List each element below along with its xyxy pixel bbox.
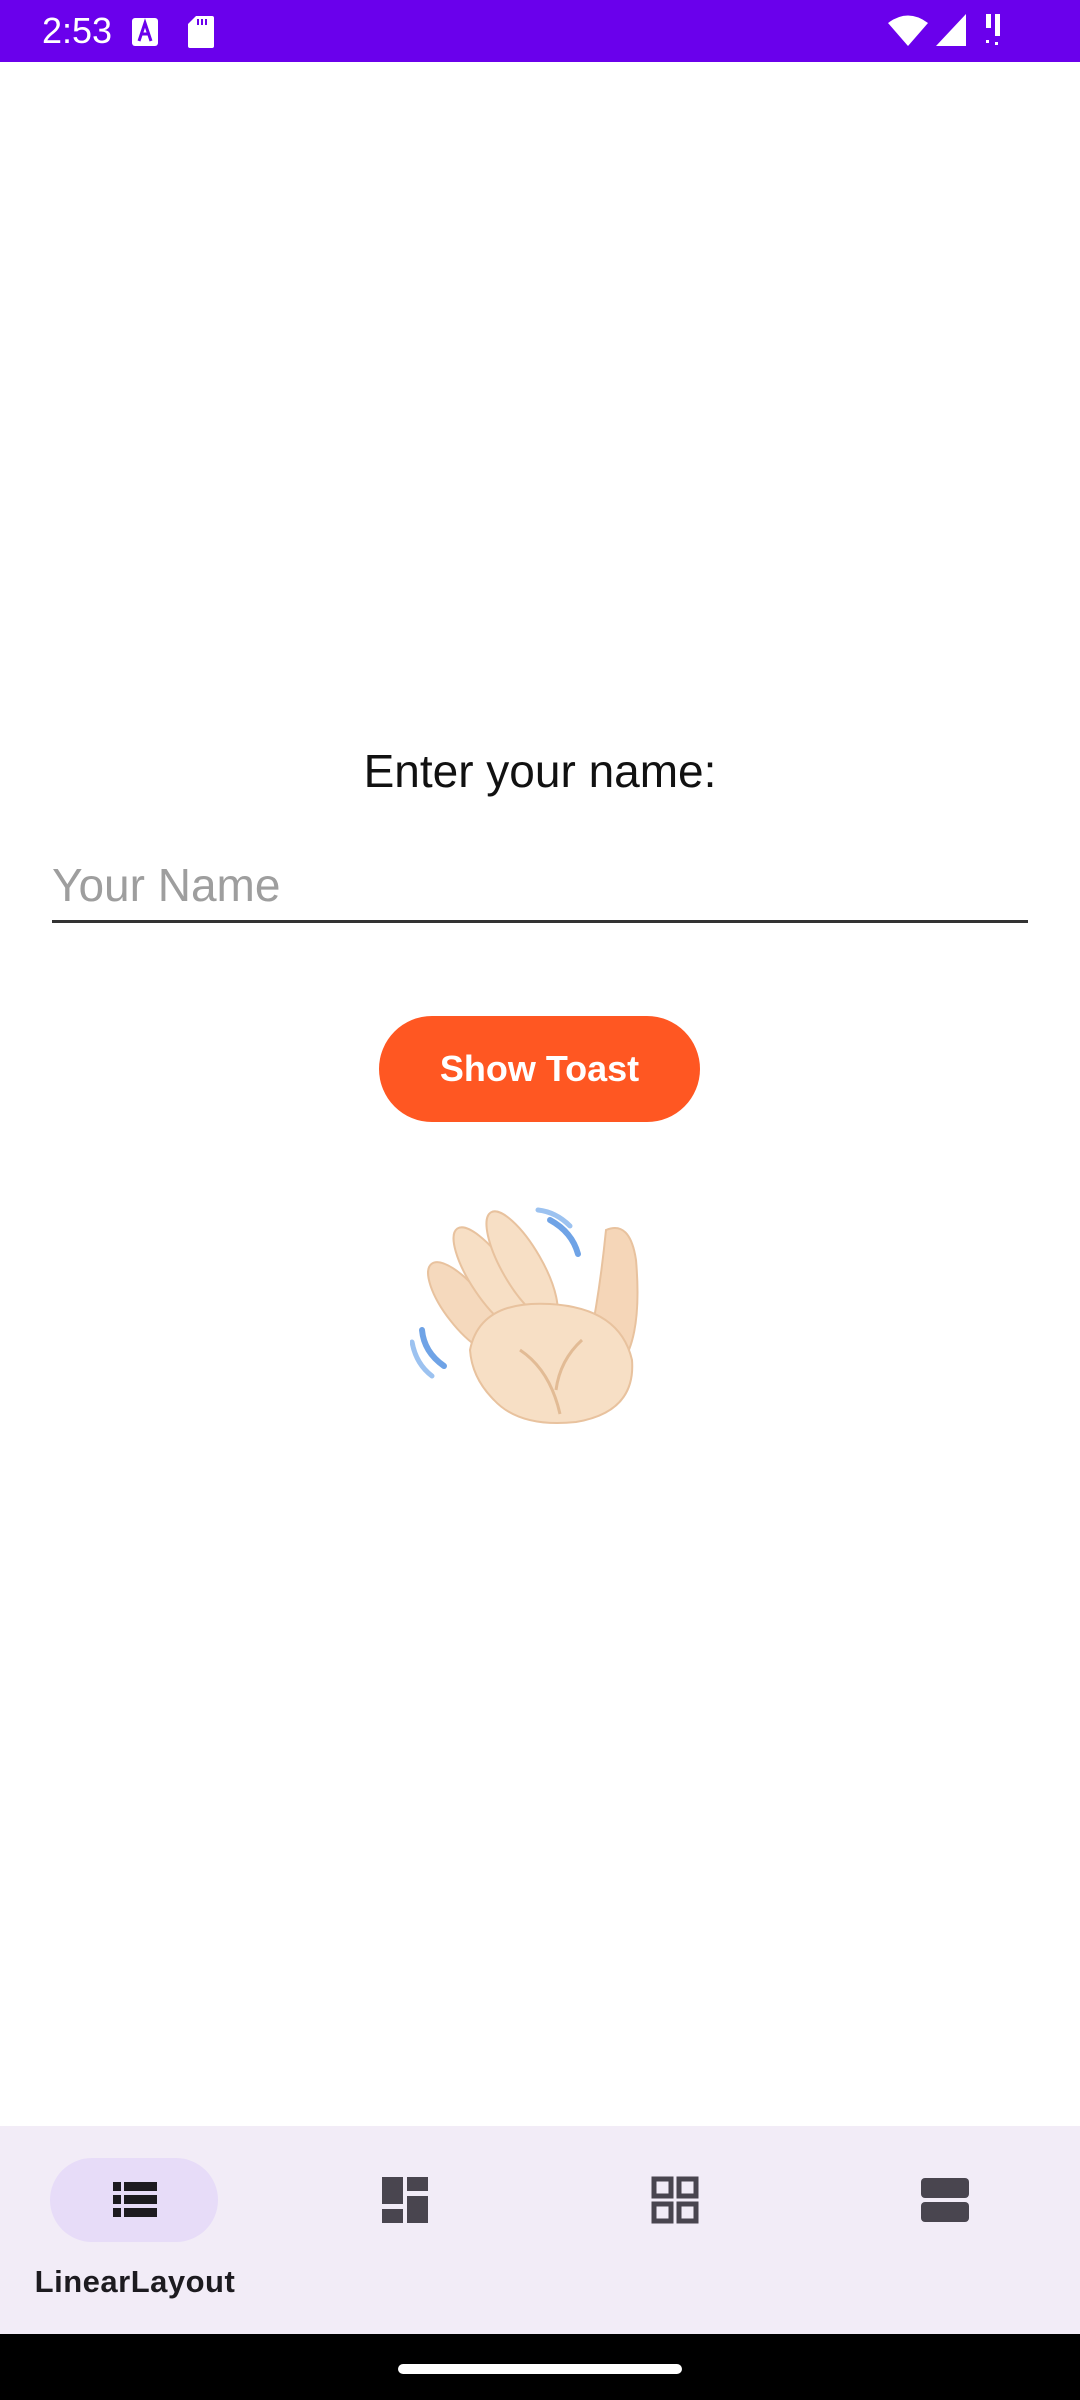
dashboard-icon [382,2177,428,2223]
show-toast-button[interactable]: Show Toast [379,1016,700,1122]
waving-hand-icon [410,1207,639,1425]
app-screen: 2:53 Enter your name: Show Toast [0,0,1080,2400]
a-notification-icon [132,18,158,46]
sd-card-icon [188,16,214,48]
name-input[interactable] [52,850,1028,923]
battery-icon [986,14,1000,45]
stacked-rows-icon [921,2178,969,2222]
system-navigation-bar [0,2334,1080,2400]
home-gesture-handle[interactable] [398,2364,682,2374]
nav-label-linearlayout: LinearLayout [34,2264,236,2299]
nav-item-grid[interactable] [540,2126,810,2334]
wifi-icon [888,15,928,46]
name-prompt-label: Enter your name: [363,745,717,797]
bottom-navigation: LinearLayout [0,2126,1080,2334]
linear-list-icon [113,2182,157,2217]
nav-item-linearlayout[interactable]: LinearLayout [0,2126,270,2334]
cell-signal-icon [936,14,966,46]
nav-item-dashboard[interactable] [270,2126,540,2334]
grid-icon [651,2176,699,2224]
status-time: 2:53 [42,10,113,51]
nav-item-stacked-rows[interactable] [810,2126,1080,2334]
status-bar: 2:53 [0,0,1080,62]
